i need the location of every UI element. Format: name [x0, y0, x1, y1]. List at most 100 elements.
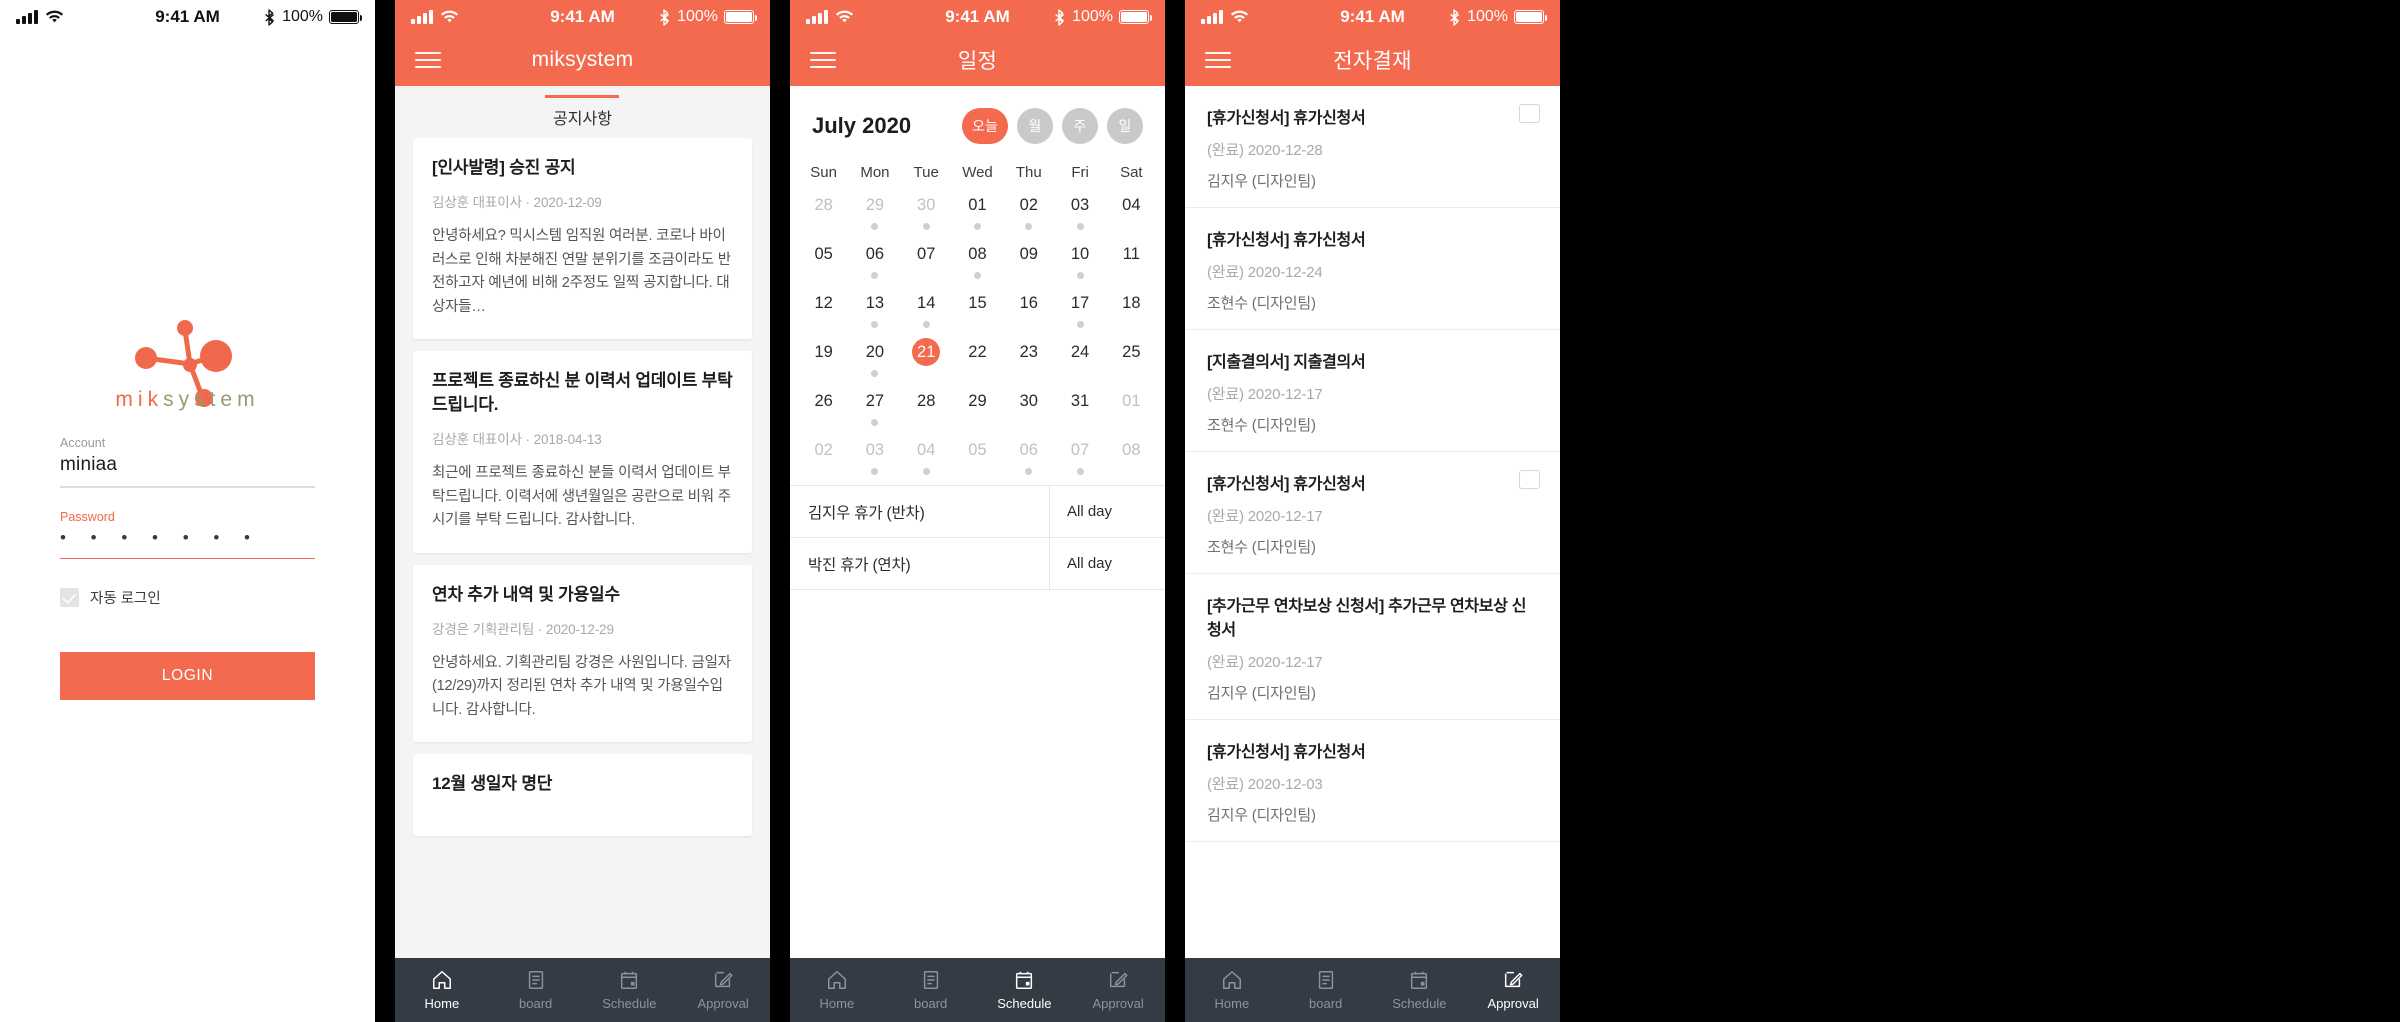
- calendar-day-cell[interactable]: 21: [901, 338, 952, 387]
- nav-label-board: board: [1309, 996, 1343, 1011]
- calendar-day-cell[interactable]: 24: [1054, 338, 1105, 387]
- notice-card[interactable]: 연차 추가 내역 및 가용일수 강경은 기획관리팀 · 2020-12-29 안…: [413, 564, 752, 743]
- calendar-day-cell[interactable]: 18: [1106, 289, 1157, 338]
- password-field[interactable]: Password • • • • • • •: [60, 510, 315, 559]
- calendar-day-cell[interactable]: 05: [952, 436, 1003, 485]
- calendar-day-number: 05: [968, 441, 987, 459]
- hamburger-menu-icon[interactable]: [1205, 47, 1231, 73]
- auto-login-label: 자동 로그인: [90, 591, 161, 607]
- nav-item-schedule[interactable]: Schedule: [1373, 969, 1467, 1011]
- auto-login-row[interactable]: 자동 로그인: [60, 587, 315, 608]
- calendar-day-cell[interactable]: 14: [901, 289, 952, 338]
- calendar-day-cell[interactable]: 02: [798, 436, 849, 485]
- notice-card[interactable]: 12월 생일자 명단: [413, 754, 752, 837]
- calendar-day-cell[interactable]: 05: [798, 240, 849, 289]
- calendar-day-cell[interactable]: 10: [1054, 240, 1105, 289]
- phone-screen-login: 9:41 AM 100% miksystem Account miniaa Pa…: [0, 0, 375, 1022]
- calendar-icon: [621, 971, 638, 989]
- calendar-day-cell[interactable]: 06: [1003, 436, 1054, 485]
- nav-item-approval[interactable]: Approval: [1466, 969, 1560, 1011]
- login-button[interactable]: LOGIN: [60, 652, 315, 700]
- calendar-day-cell[interactable]: 06: [849, 240, 900, 289]
- calendar-day-cell[interactable]: 28: [798, 191, 849, 240]
- notice-card[interactable]: 프로젝트 종료하신 분 이력서 업데이트 부탁드립니다. 김상훈 대표이사 · …: [413, 351, 752, 553]
- calendar-day-cell[interactable]: 28: [901, 387, 952, 436]
- approval-status: (완료) 2020-12-17: [1207, 654, 1323, 671]
- wifi-icon: [1230, 10, 1249, 24]
- calendar-day-cell[interactable]: 08: [952, 240, 1003, 289]
- calendar-day-cell[interactable]: 26: [798, 387, 849, 436]
- hamburger-menu-icon[interactable]: [810, 47, 836, 73]
- approval-item[interactable]: [휴가신청서] 휴가신청서 (완료) 2020-12-24 조현수 (디자인팀): [1185, 208, 1560, 330]
- account-field[interactable]: Account miniaa: [60, 436, 315, 488]
- calendar-day-number: 04: [917, 441, 936, 459]
- calendar-day-cell[interactable]: 31: [1054, 387, 1105, 436]
- calendar-day-cell[interactable]: 29: [952, 387, 1003, 436]
- pill-day[interactable]: 일: [1107, 108, 1143, 144]
- calendar-day-cell[interactable]: 20: [849, 338, 900, 387]
- tab-notices[interactable]: 공지사항: [553, 95, 612, 129]
- calendar-day-number: 30: [1019, 392, 1038, 410]
- brand-wordmark-mik: mik: [115, 388, 164, 411]
- calendar-day-cell[interactable]: 07: [901, 240, 952, 289]
- calendar-day-cell[interactable]: 01: [952, 191, 1003, 240]
- nav-item-home[interactable]: Home: [790, 969, 884, 1011]
- calendar-day-cell[interactable]: 16: [1003, 289, 1054, 338]
- calendar-day-cell[interactable]: 03: [1054, 191, 1105, 240]
- nav-item-board[interactable]: board: [884, 969, 978, 1011]
- event-row[interactable]: 김지우 휴가 (반차) All day: [790, 486, 1165, 538]
- calendar-day-cell[interactable]: 01: [1106, 387, 1157, 436]
- nav-item-approval[interactable]: Approval: [676, 969, 770, 1011]
- approval-item[interactable]: [지출결의서] 지출결의서 (완료) 2020-12-17 조현수 (디자인팀): [1185, 330, 1560, 452]
- nav-item-home[interactable]: Home: [1185, 969, 1279, 1011]
- calendar-day-cell[interactable]: 30: [901, 191, 952, 240]
- nav-item-board[interactable]: board: [1279, 969, 1373, 1011]
- approval-author: 조현수 (디자인팀): [1207, 539, 1316, 556]
- approval-status: (완료) 2020-12-03: [1207, 776, 1323, 793]
- auto-login-checkbox[interactable]: [60, 588, 79, 607]
- calendar-day-cell[interactable]: 04: [1106, 191, 1157, 240]
- calendar-day-cell[interactable]: 27: [849, 387, 900, 436]
- calendar-day-cell[interactable]: 03: [849, 436, 900, 485]
- nav-item-schedule[interactable]: Schedule: [978, 969, 1072, 1011]
- battery-icon: [329, 10, 363, 24]
- event-time: All day: [1049, 486, 1165, 537]
- calendar-day-cell[interactable]: 11: [1106, 240, 1157, 289]
- nav-item-board[interactable]: board: [489, 969, 583, 1011]
- calendar-day-cell[interactable]: 22: [952, 338, 1003, 387]
- calendar-day-cell[interactable]: 25: [1106, 338, 1157, 387]
- calendar-day-cell[interactable]: 17: [1054, 289, 1105, 338]
- event-row[interactable]: 박진 휴가 (연차) All day: [790, 538, 1165, 590]
- calendar-day-cell[interactable]: 02: [1003, 191, 1054, 240]
- pill-week[interactable]: 주: [1062, 108, 1098, 144]
- approval-item[interactable]: [추가근무 연차보상 신청서] 추가근무 연차보상 신청서 (완료) 2020-…: [1185, 574, 1560, 720]
- approval-author: 조현수 (디자인팀): [1207, 417, 1316, 434]
- home-icon: [1222, 971, 1241, 989]
- approval-item[interactable]: [휴가신청서] 휴가신청서 (완료) 2020-12-28 김지우 (디자인팀): [1185, 86, 1560, 208]
- account-input[interactable]: miniaa: [60, 454, 315, 486]
- bluetooth-icon: [265, 8, 275, 26]
- pill-month[interactable]: 월: [1017, 108, 1053, 144]
- hamburger-menu-icon[interactable]: [415, 47, 441, 73]
- approval-item[interactable]: [휴가신청서] 휴가신청서 (완료) 2020-12-17 조현수 (디자인팀): [1185, 452, 1560, 574]
- nav-item-approval[interactable]: Approval: [1071, 969, 1165, 1011]
- status-bar-left: [806, 9, 854, 24]
- calendar-day-cell[interactable]: 13: [849, 289, 900, 338]
- nav-item-home[interactable]: Home: [395, 969, 489, 1011]
- calendar-day-cell[interactable]: 04: [901, 436, 952, 485]
- calendar-day-cell[interactable]: 12: [798, 289, 849, 338]
- nav-item-schedule[interactable]: Schedule: [583, 969, 677, 1011]
- calendar-day-cell[interactable]: 30: [1003, 387, 1054, 436]
- calendar-day-cell[interactable]: 29: [849, 191, 900, 240]
- app-bar: 전자결재: [1185, 34, 1560, 86]
- approval-item[interactable]: [휴가신청서] 휴가신청서 (완료) 2020-12-03 김지우 (디자인팀): [1185, 720, 1560, 842]
- calendar-day-cell[interactable]: 09: [1003, 240, 1054, 289]
- calendar-day-cell[interactable]: 23: [1003, 338, 1054, 387]
- calendar-day-cell[interactable]: 15: [952, 289, 1003, 338]
- calendar-day-cell[interactable]: 07: [1054, 436, 1105, 485]
- calendar-day-cell[interactable]: 08: [1106, 436, 1157, 485]
- notice-card[interactable]: [인사발령] 승진 공지 김상훈 대표이사 · 2020-12-09 안녕하세요…: [413, 138, 752, 340]
- calendar-day-cell[interactable]: 19: [798, 338, 849, 387]
- password-input[interactable]: • • • • • • •: [60, 528, 315, 558]
- pill-today[interactable]: 오늘: [962, 108, 1008, 144]
